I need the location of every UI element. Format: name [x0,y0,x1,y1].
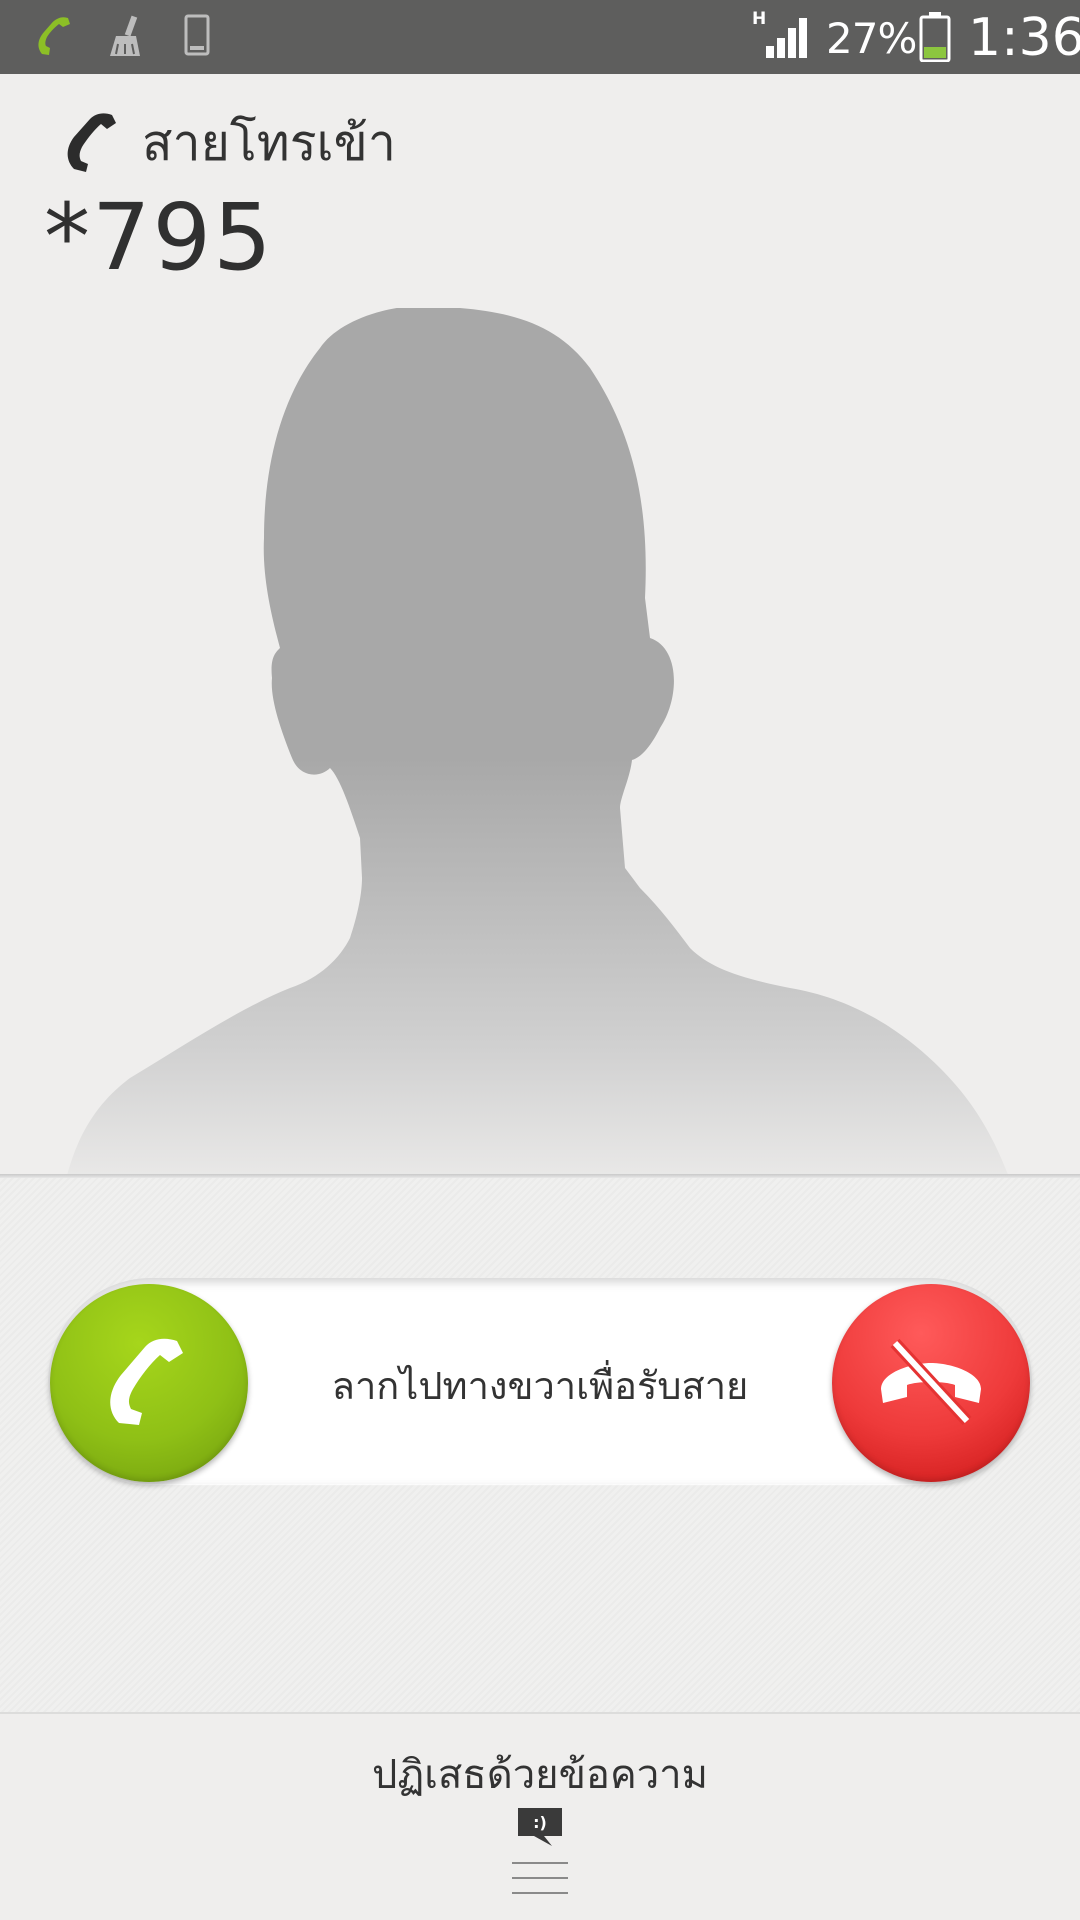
clock: 1:36 [968,8,1080,68]
decline-call-button[interactable] [832,1284,1030,1482]
message-icon: :) [516,1806,564,1852]
reject-with-message-label: ปฏิเสธด้วยข้อความ [371,1752,709,1798]
incoming-call-label: สายโทรเข้า [142,114,396,172]
call-icon [34,14,74,62]
svg-text::): :) [533,1813,547,1832]
drag-handle[interactable] [512,1862,568,1907]
signal-icon [764,16,814,64]
reject-with-message-panel[interactable]: ปฏิเสธด้วยข้อความ :) [0,1712,1080,1920]
battery-icon [919,12,951,66]
contact-photo [0,308,1080,1176]
broom-icon [106,14,146,62]
caller-header: สายโทรเข้า *795 [0,74,1080,308]
incoming-call-row: สายโทรเข้า [60,104,396,183]
decline-phone-icon [871,1331,991,1435]
person-silhouette-icon [66,308,1009,1176]
incoming-call-screen: H 27% 1:36 สายโทรเข้า *795 ลากไปทางขวาเพ… [0,0,1080,1920]
answer-call-button[interactable] [50,1284,248,1482]
handset-icon [60,109,126,179]
caller-number: *795 [44,184,274,291]
phone-device-icon [184,14,212,62]
status-bar: H 27% 1:36 [0,0,1080,74]
battery-percent: 27% [826,14,917,63]
answer-phone-icon [99,1331,199,1435]
